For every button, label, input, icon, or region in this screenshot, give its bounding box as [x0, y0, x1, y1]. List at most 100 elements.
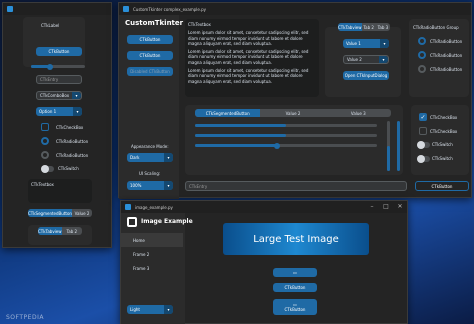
- progressbar-2: [195, 134, 377, 137]
- image-window: image_example.py – □ ✕ Image Example Hom…: [120, 200, 408, 324]
- sidebar-button-disabled[interactable]: Disabled CTkButton: [127, 67, 173, 76]
- radio-1[interactable]: [418, 37, 426, 45]
- nav-home[interactable]: [121, 233, 183, 247]
- radio-group-frame: [409, 19, 469, 97]
- tab-option-value: Value 1: [346, 41, 361, 46]
- radio-group-title: CTkRadioButton Group: [413, 25, 459, 30]
- image-button-3[interactable]: ▭ CTkButton: [273, 299, 317, 315]
- large-test-image: Large Test Image: [223, 223, 369, 255]
- left-segmented[interactable]: CTkSegmentedButton Value 2: [28, 209, 92, 217]
- nav-home-label: Home: [133, 238, 145, 243]
- left-checkbox[interactable]: [41, 123, 49, 131]
- image-button-3-label: CTkButton: [284, 307, 306, 312]
- left-textbox[interactable]: CTkTextbox: [28, 179, 92, 203]
- left-tab-1[interactable]: CTkTabview: [38, 227, 62, 235]
- radio-1-label: CTkRadioButton: [430, 39, 463, 44]
- appearance-option[interactable]: Dark ▾: [127, 153, 173, 162]
- chevron-down-icon: ▾: [164, 181, 173, 190]
- switch-1[interactable]: [417, 141, 430, 149]
- chevron-down-icon: ▾: [164, 153, 173, 162]
- app-icon: [123, 6, 129, 12]
- tab-ctktabview[interactable]: CTkTabview: [338, 23, 362, 31]
- left-option-value: Option 1: [39, 109, 57, 114]
- left-tabview-tabs[interactable]: CTkTabview Tab 2: [38, 227, 82, 235]
- check-icon: ✓: [420, 114, 426, 121]
- sidebar-button-2[interactable]: CTkButton: [127, 51, 173, 60]
- image-icon: [127, 217, 137, 227]
- vertical-slider[interactable]: [387, 121, 390, 171]
- tabview-tabs[interactable]: CTkTabview Tab 2 Tab 3: [338, 23, 390, 31]
- main-textbox[interactable]: CTkTextbox Lorem ipsum dolor sit amet, c…: [185, 19, 319, 97]
- tab-2[interactable]: Tab 2: [362, 23, 376, 31]
- chevron-down-icon[interactable]: ▾: [379, 56, 388, 63]
- checkbox-1[interactable]: ✓: [419, 113, 427, 121]
- left-combobox-value: CTkComboBox: [40, 93, 70, 98]
- left-window: CTkLabel CTkButton CTkEntry CTkComboBox ▾…: [2, 2, 112, 248]
- tab-3[interactable]: Tab 3: [376, 23, 390, 31]
- checkbox-1-label: CTkCheckBox: [430, 115, 458, 120]
- main-title: CustomTkinter complex_example.py: [133, 6, 207, 12]
- image-appearance[interactable]: Light ▾: [127, 305, 173, 314]
- image-icon: ▭: [293, 270, 297, 275]
- left-option-menu[interactable]: Option 1 ▾: [36, 107, 82, 116]
- left-tab-2[interactable]: Tab 2: [62, 227, 82, 235]
- watermark: SOFTPEDIA: [6, 314, 44, 321]
- radio-2-label: CTkRadioButton: [430, 53, 463, 58]
- left-switch-label: CTkSwitch: [58, 166, 79, 171]
- main-seg-1[interactable]: CTkSegmentedButton: [195, 109, 261, 117]
- main-segmented[interactable]: CTkSegmentedButton Value 2 Value 3: [195, 109, 391, 117]
- switch-2[interactable]: [417, 155, 430, 163]
- chevron-down-icon: ▾: [164, 305, 173, 314]
- image-button-1[interactable]: ▭: [273, 268, 317, 277]
- image-title: image_example.py: [135, 204, 173, 210]
- scaling-value: 100%: [130, 183, 142, 188]
- left-radio-2-label: CTkRadioButton: [56, 153, 89, 158]
- close-icon[interactable]: ✕: [393, 201, 407, 213]
- main-entry-button[interactable]: CTkButton: [415, 181, 469, 191]
- left-label: CTkLabel: [41, 23, 60, 28]
- checkbox-2-label: CTkCheckBox: [430, 129, 458, 134]
- tab-combobox[interactable]: Value 2 ▾: [343, 55, 389, 64]
- nav-frame-3[interactable]: Frame 3: [133, 266, 149, 271]
- minimize-icon[interactable]: –: [365, 201, 379, 213]
- main-entry[interactable]: CTkEntry: [185, 181, 407, 191]
- left-radio-1-label: CTkRadioButton: [56, 139, 89, 144]
- chevron-down-icon: ▾: [73, 107, 82, 116]
- main-window: CustomTkinter complex_example.py CustomT…: [118, 2, 472, 199]
- left-entry[interactable]: CTkEntry: [36, 75, 82, 84]
- left-radio-2[interactable]: [41, 151, 49, 159]
- app-logo-label: CustomTkinter: [125, 19, 184, 27]
- left-switch[interactable]: [41, 165, 54, 173]
- maximize-icon[interactable]: □: [379, 201, 393, 213]
- left-seg-2[interactable]: Value 2: [72, 209, 92, 217]
- left-radio-1[interactable]: [41, 137, 49, 145]
- scaling-option[interactable]: 100% ▾: [127, 181, 173, 190]
- radio-3-label: CTkRadioButton: [430, 67, 463, 72]
- nav-frame-2[interactable]: Frame 2: [133, 252, 149, 257]
- textbox-title: CTkTextbox: [188, 22, 211, 27]
- main-seg-2[interactable]: Value 2: [260, 109, 325, 117]
- left-slider[interactable]: [31, 63, 85, 70]
- main-seg-3[interactable]: Value 3: [326, 109, 391, 117]
- chevron-down-icon[interactable]: ▾: [72, 92, 81, 99]
- tab-combobox-value: Value 2: [347, 57, 362, 62]
- slider-1[interactable]: [195, 142, 377, 149]
- left-seg-1[interactable]: CTkSegmentedButton: [28, 209, 72, 217]
- radio-2[interactable]: [418, 51, 426, 59]
- radio-3[interactable]: [418, 65, 426, 73]
- switch-2-label: CTkSwitch: [432, 156, 453, 161]
- textbox-para-1: Lorem ipsum dolor sit amet, consetetur s…: [188, 30, 309, 46]
- progressbar-1: [195, 124, 377, 127]
- left-button[interactable]: CTkButton: [36, 47, 82, 56]
- image-button-2[interactable]: CTkButton: [273, 283, 317, 292]
- chevron-down-icon: ▾: [380, 39, 389, 48]
- sidebar-button-1[interactable]: CTkButton: [127, 35, 173, 44]
- open-dialog-button[interactable]: Open CTkInputDialog: [343, 71, 389, 80]
- checkbox-2[interactable]: [419, 127, 427, 135]
- appearance-label: Appearance Mode:: [131, 144, 169, 149]
- vertical-progressbar: [397, 121, 400, 171]
- image-button-2-label: CTkButton: [284, 285, 306, 290]
- left-combobox[interactable]: CTkComboBox ▾: [36, 91, 82, 100]
- scaling-label: UI Scaling:: [139, 171, 161, 176]
- tab-option-menu[interactable]: Value 1 ▾: [343, 39, 389, 48]
